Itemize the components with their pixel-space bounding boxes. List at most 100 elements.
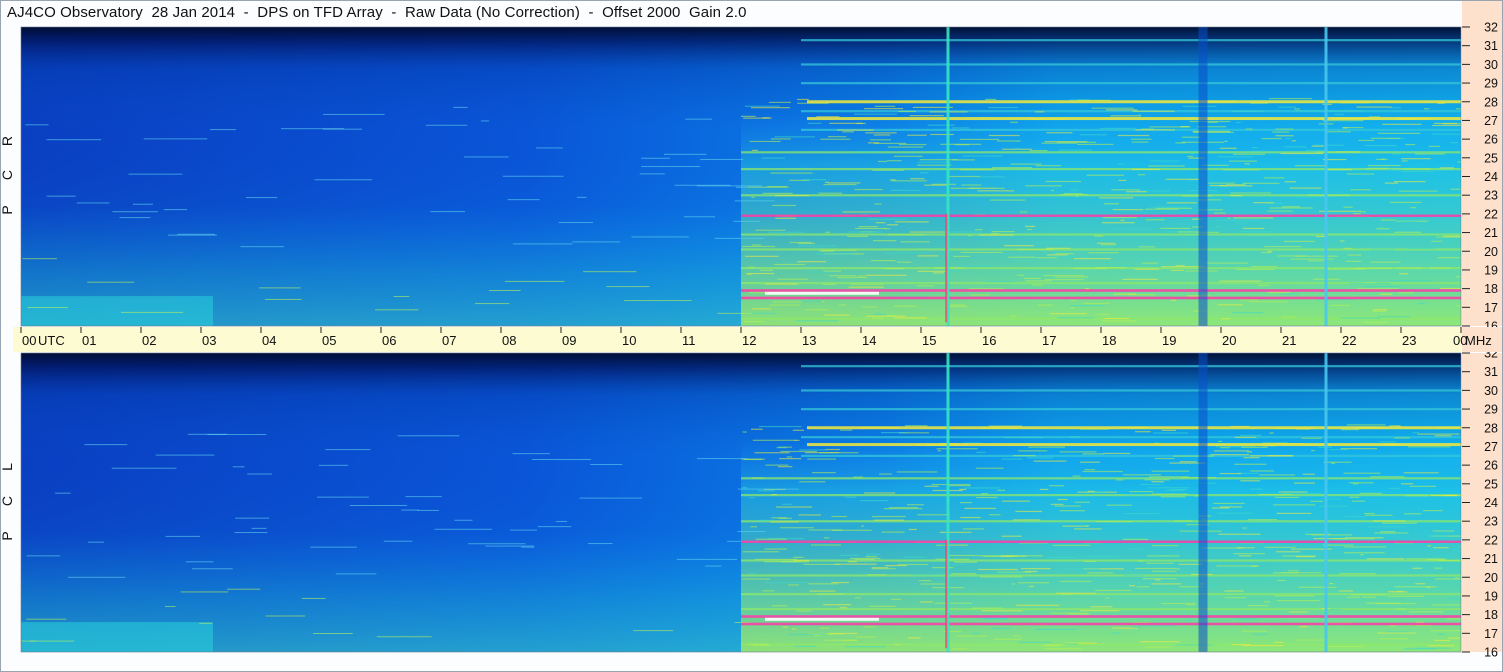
texture-speck (1059, 149, 1093, 151)
texture-speck (959, 501, 972, 504)
texture-speck (742, 431, 747, 433)
texture-speck (1378, 226, 1385, 228)
texture-streak (579, 497, 643, 499)
texture-speck (777, 278, 809, 280)
texture-speck (808, 583, 839, 585)
frequency-tick-label: 28 (1484, 421, 1498, 435)
texture-streak (507, 199, 540, 201)
texture-speck (1082, 470, 1123, 473)
time-tick-label: 18 (1102, 333, 1116, 348)
panel-letter: R (1, 136, 15, 146)
texture-speck (934, 602, 973, 604)
texture-speck (1037, 304, 1053, 306)
texture-speck (897, 563, 928, 566)
texture-streak (512, 243, 573, 245)
texture-speck (1394, 586, 1437, 588)
time-tick-label: 09 (562, 333, 576, 348)
texture-speck (1151, 481, 1165, 483)
texture-streak (76, 202, 110, 204)
texture-streak (485, 545, 535, 547)
texture-speck (772, 301, 802, 303)
texture-speck (1322, 120, 1364, 122)
texture-speck (827, 136, 847, 138)
texture-speck (871, 515, 906, 518)
texture-speck (1233, 217, 1274, 219)
texture-speck (917, 255, 939, 257)
texture-speck (907, 504, 924, 506)
texture-speck (775, 194, 810, 197)
texture-speck (1238, 231, 1273, 233)
texture-speck (776, 506, 813, 508)
texture-speck (1415, 153, 1445, 155)
texture-speck (1335, 151, 1361, 153)
texture-speck (1408, 446, 1451, 448)
frequency-tick-label: 32 (1484, 21, 1498, 35)
texture-speck (748, 266, 755, 268)
texture-speck (861, 306, 877, 308)
texture-speck (1352, 483, 1359, 485)
texture-speck (1160, 496, 1186, 498)
texture-speck (1406, 558, 1445, 560)
texture-speck (875, 222, 886, 224)
interference-band (801, 82, 1461, 85)
texture-speck (1428, 535, 1448, 537)
texture-speck (1054, 505, 1081, 507)
texture-speck (1344, 552, 1385, 554)
texture-streak (209, 129, 236, 131)
texture-speck (1394, 231, 1422, 233)
texture-speck (1323, 544, 1354, 546)
texture-speck (755, 538, 787, 540)
texture-speck (1412, 432, 1419, 434)
texture-speck (871, 568, 896, 570)
texture-speck (1028, 446, 1066, 448)
texture-speck (759, 425, 802, 428)
texture-speck (1010, 121, 1018, 123)
texture-speck (1217, 156, 1253, 158)
panel-letter: C (1, 496, 15, 506)
texture-speck (1359, 492, 1382, 494)
texture-speck (1230, 192, 1271, 194)
texture-speck (764, 548, 788, 550)
texture-streak (349, 504, 407, 506)
texture-streak (155, 454, 215, 456)
frequency-tick-label: 19 (1484, 263, 1498, 277)
texture-speck (1410, 207, 1417, 209)
texture-speck (1346, 424, 1386, 426)
texture-speck (932, 566, 954, 569)
texture-streak (532, 459, 592, 461)
vertical-red-streak (945, 539, 948, 649)
texture-speck (1387, 587, 1429, 589)
texture-speck (1057, 498, 1068, 501)
texture-streak (185, 561, 214, 563)
panel-letter: P (1, 531, 15, 540)
texture-speck (1043, 274, 1085, 277)
texture-speck (1325, 169, 1352, 171)
texture-speck (1054, 276, 1089, 278)
texture-speck (935, 558, 969, 560)
texture-speck (895, 221, 929, 223)
texture-speck (866, 553, 881, 555)
texture-speck (1347, 254, 1362, 256)
time-tick-label: 00 (22, 333, 36, 348)
texture-speck (1242, 644, 1283, 647)
texture-streak (192, 568, 233, 570)
texture-speck (1008, 256, 1036, 258)
texture-speck (1294, 165, 1327, 167)
texture-speck (749, 140, 781, 143)
time-tick-label: 20 (1222, 333, 1236, 348)
texture-speck (971, 607, 1003, 609)
texture-speck (1351, 500, 1365, 502)
texture-speck (1271, 576, 1290, 578)
time-tick-label: 22 (1342, 333, 1356, 348)
texture-speck (1035, 165, 1061, 167)
texture-speck (1326, 131, 1351, 133)
texture-streak (245, 197, 278, 199)
texture-speck (1055, 592, 1097, 594)
texture-speck (1385, 631, 1411, 633)
texture-speck (1179, 461, 1197, 463)
texture-speck (848, 231, 883, 233)
texture-speck (1264, 177, 1285, 179)
frequency-tick-label: 30 (1484, 58, 1498, 72)
texture-speck (886, 314, 896, 317)
interference-band (741, 233, 1461, 236)
